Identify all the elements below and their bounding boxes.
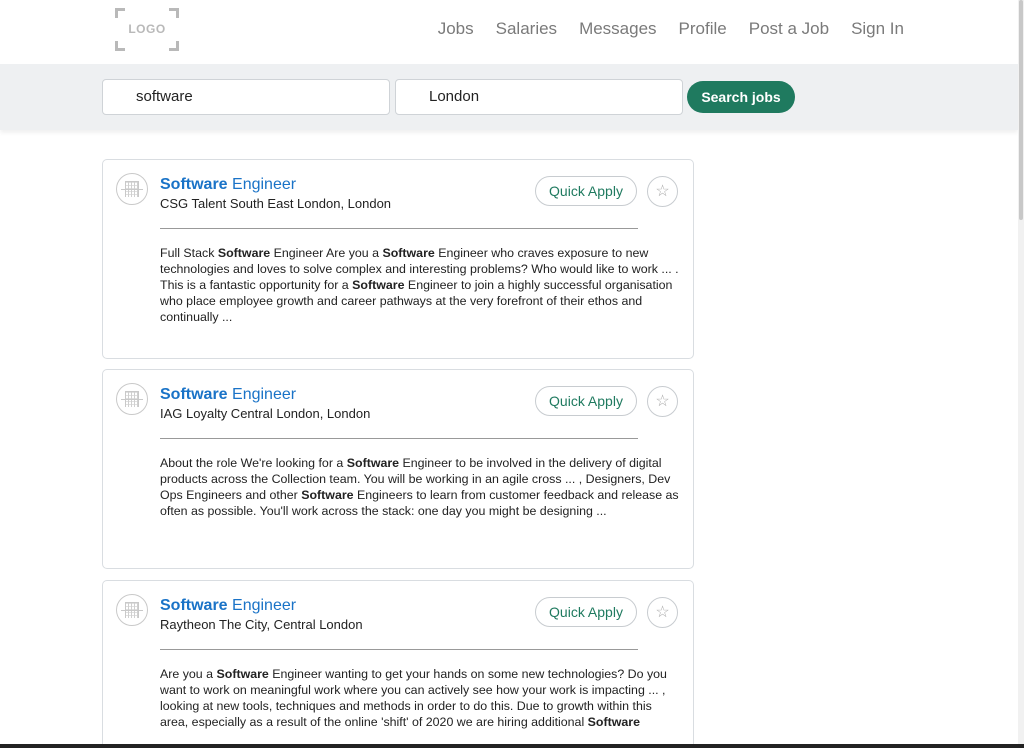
nav-jobs[interactable]: Jobs <box>438 19 474 39</box>
job-description: Full Stack Software Engineer Are you a S… <box>160 246 679 324</box>
job-card[interactable]: Software Engineer CSG Talent South East … <box>102 159 694 359</box>
divider <box>160 228 638 229</box>
site-header: LOGO Jobs Salaries Messages Profile Post… <box>0 0 1018 64</box>
company-location: CSG Talent South East London, London <box>160 196 392 211</box>
divider <box>160 438 638 439</box>
site-logo[interactable]: LOGO <box>115 8 179 51</box>
keyword-input[interactable]: software <box>102 79 390 115</box>
search-bar: software London Search jobs <box>0 64 1018 130</box>
save-star-icon[interactable]: ☆ <box>647 597 678 628</box>
company-logo-icon <box>116 173 148 205</box>
divider <box>160 649 638 650</box>
job-description: Are you a Software Engineer wanting to g… <box>160 667 667 729</box>
job-title-link[interactable]: Software Engineer <box>160 597 296 615</box>
quick-apply-button[interactable]: Quick Apply <box>535 386 637 416</box>
nav-salaries[interactable]: Salaries <box>496 19 557 39</box>
company-logo-icon <box>116 383 148 415</box>
company-logo-icon <box>116 594 148 626</box>
save-star-icon[interactable]: ☆ <box>647 386 678 417</box>
page-scrollbar[interactable] <box>1018 0 1024 748</box>
company-location: Raytheon The City, Central London <box>160 617 363 632</box>
nav-post-a-job[interactable]: Post a Job <box>749 19 829 39</box>
job-card[interactable]: Software Engineer IAG Loyalty Central Lo… <box>102 369 694 569</box>
quick-apply-button[interactable]: Quick Apply <box>535 176 637 206</box>
location-input[interactable]: London <box>395 79 683 115</box>
bottom-edge <box>0 744 1024 748</box>
job-card[interactable]: Software Engineer Raytheon The City, Cen… <box>102 580 694 748</box>
job-description: About the role We're looking for a Softw… <box>160 456 679 518</box>
company-location: IAG Loyalty Central London, London <box>160 406 371 421</box>
nav-messages[interactable]: Messages <box>579 19 656 39</box>
search-jobs-button[interactable]: Search jobs <box>687 81 795 113</box>
save-star-icon[interactable]: ☆ <box>647 176 678 207</box>
scrollbar-thumb[interactable] <box>1019 0 1023 220</box>
main-nav: Jobs Salaries Messages Profile Post a Jo… <box>416 19 904 39</box>
nav-sign-in[interactable]: Sign In <box>851 19 904 39</box>
logo-text: LOGO <box>128 22 166 36</box>
job-title-link[interactable]: Software Engineer <box>160 386 296 404</box>
nav-profile[interactable]: Profile <box>679 19 727 39</box>
quick-apply-button[interactable]: Quick Apply <box>535 597 637 627</box>
job-title-link[interactable]: Software Engineer <box>160 176 296 194</box>
